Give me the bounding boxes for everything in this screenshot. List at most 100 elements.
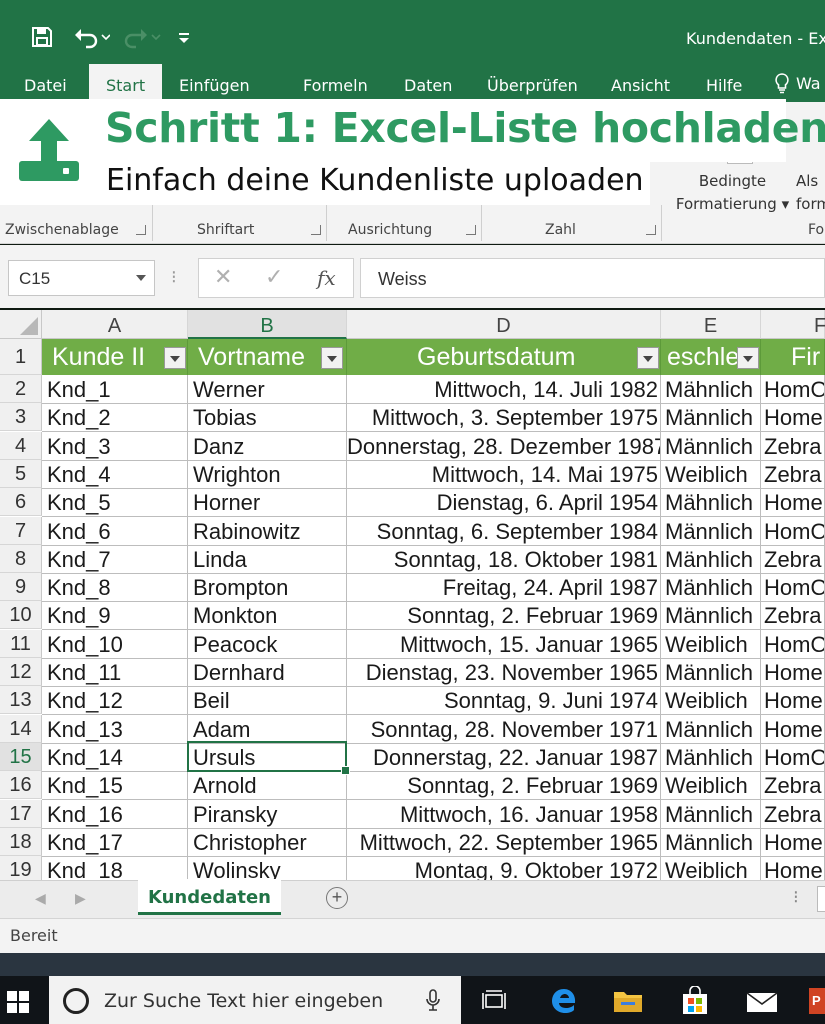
table-cell[interactable]: Mänhlich (661, 743, 761, 772)
format-as-table-button[interactable]: Als form (796, 170, 825, 216)
powerpoint-icon[interactable]: P (809, 985, 825, 1017)
table-cell[interactable]: Männlich (661, 800, 761, 829)
row-header[interactable]: 15 (0, 743, 42, 771)
table-cell[interactable]: Linda (188, 545, 347, 574)
table-cell[interactable]: Home (761, 658, 825, 687)
table-cell[interactable]: HomO (761, 375, 825, 404)
table-cell[interactable]: Knd_8 (42, 573, 188, 602)
tab-daten[interactable]: Daten (404, 76, 452, 95)
row-header[interactable]: 11 (0, 630, 42, 658)
mail-icon[interactable] (746, 985, 778, 1017)
table-cell[interactable]: Sonntag, 6. September 1984 (347, 517, 661, 546)
row-header[interactable]: 3 (0, 403, 42, 431)
table-cell[interactable]: Home (761, 403, 825, 432)
table-cell[interactable]: Mänhlich (661, 573, 761, 602)
table-cell[interactable]: Knd_9 (42, 601, 188, 630)
insert-function-icon[interactable]: fx (317, 266, 336, 290)
scroll-tabs-right-icon[interactable]: ▶ (75, 890, 86, 907)
table-cell[interactable]: Männlich (661, 715, 761, 744)
table-cell[interactable]: Danz (188, 432, 347, 461)
edge-browser-icon[interactable] (548, 985, 580, 1017)
table-cell[interactable]: Weiblich (661, 460, 761, 489)
tab-start[interactable]: Start (89, 64, 163, 102)
filter-dropdown-icon[interactable] (737, 347, 759, 369)
table-cell[interactable]: Peacock (188, 630, 347, 659)
table-cell[interactable]: Männlich (661, 432, 761, 461)
table-cell[interactable]: Tobias (188, 403, 347, 432)
table-cell[interactable]: Knd_3 (42, 432, 188, 461)
table-cell[interactable]: Piransky (188, 800, 347, 829)
table-cell[interactable]: Knd_10 (42, 630, 188, 659)
table-cell[interactable]: Knd_16 (42, 800, 188, 829)
table-cell[interactable]: Home (761, 715, 825, 744)
table-cell[interactable]: Sonntag, 28. November 1971 (347, 715, 661, 744)
tab-hilfe[interactable]: Hilfe (706, 76, 742, 95)
row-header[interactable]: 10 (0, 601, 42, 629)
taskbar-search-input[interactable]: Zur Suche Text hier eingeben (49, 976, 461, 1024)
horizontal-scrollbar[interactable] (817, 886, 825, 912)
column-header-b[interactable]: B (188, 310, 347, 339)
row-header[interactable]: 6 (0, 488, 42, 516)
tab-ueberpruefen[interactable]: Überprüfen (487, 76, 578, 95)
row-header[interactable]: 13 (0, 686, 42, 714)
column-header-f[interactable]: F (761, 310, 825, 339)
table-cell[interactable]: Knd_6 (42, 517, 188, 546)
table-cell[interactable]: Mittwoch, 22. September 1965 (347, 828, 661, 857)
row-header[interactable]: 9 (0, 573, 42, 601)
table-cell[interactable]: Zebra (761, 601, 825, 630)
table-cell[interactable]: HomO (761, 517, 825, 546)
table-cell[interactable]: Sonntag, 18. Oktober 1981 (347, 545, 661, 574)
table-cell[interactable]: Freitag, 24. April 1987 (347, 573, 661, 602)
save-icon[interactable] (30, 22, 54, 52)
table-cell[interactable]: Wrighton (188, 460, 347, 489)
column-header-d[interactable]: D (347, 310, 661, 339)
table-cell[interactable]: Mittwoch, 3. September 1975 (347, 403, 661, 432)
table-cell[interactable]: Knd_4 (42, 460, 188, 489)
task-view-icon[interactable] (478, 985, 510, 1017)
table-cell[interactable]: Mittwoch, 15. Januar 1965 (347, 630, 661, 659)
filter-dropdown-icon[interactable] (321, 347, 343, 369)
row-header[interactable]: 5 (0, 460, 42, 488)
scroll-tabs-left-icon[interactable]: ◀ (35, 890, 46, 907)
active-cell-selection[interactable] (187, 741, 350, 775)
cancel-icon[interactable]: ✕ (214, 264, 232, 290)
table-cell[interactable]: Dienstag, 6. April 1954 (347, 488, 661, 517)
filter-dropdown-icon[interactable] (164, 347, 186, 369)
table-cell[interactable]: Zebra (761, 545, 825, 574)
table-cell[interactable]: Männlich (661, 828, 761, 857)
microphone-icon[interactable] (425, 988, 441, 1017)
table-cell[interactable]: Home (761, 828, 825, 857)
table-cell[interactable]: Mittwoch, 14. Juli 1982 (347, 375, 661, 404)
table-cell[interactable]: Home (761, 488, 825, 517)
add-sheet-icon[interactable]: + (326, 887, 348, 909)
dialog-launcher-icon[interactable] (311, 225, 321, 235)
table-cell[interactable]: Mittwoch, 14. Mai 1975 (347, 460, 661, 489)
table-cell[interactable]: Zebra (761, 800, 825, 829)
row-header[interactable]: 7 (0, 517, 42, 545)
table-cell[interactable]: Arnold (188, 771, 347, 800)
row-header[interactable]: 2 (0, 375, 42, 403)
table-cell[interactable]: Zebra (761, 460, 825, 489)
row-header[interactable]: 1 (0, 339, 42, 375)
row-header[interactable]: 8 (0, 545, 42, 573)
formula-input[interactable]: Weiss (360, 258, 825, 298)
store-icon[interactable] (679, 985, 711, 1017)
customize-toolbar-icon[interactable] (177, 22, 191, 52)
confirm-icon[interactable]: ✓ (265, 264, 283, 290)
row-header[interactable]: 16 (0, 771, 42, 799)
table-cell[interactable]: Knd_2 (42, 403, 188, 432)
table-cell[interactable]: Zebra (761, 432, 825, 461)
table-cell[interactable]: Mittwoch, 16. Januar 1958 (347, 800, 661, 829)
table-cell[interactable]: Dernhard (188, 658, 347, 687)
table-cell[interactable]: Männlich (661, 517, 761, 546)
sheet-tab-kundedaten[interactable]: Kundedaten (138, 879, 281, 915)
table-cell[interactable]: Knd_7 (42, 545, 188, 574)
table-cell[interactable]: Brompton (188, 573, 347, 602)
chevron-down-icon[interactable] (136, 275, 146, 281)
table-cell[interactable]: HomO (761, 743, 825, 772)
table-cell[interactable]: Sonntag, 2. Februar 1969 (347, 601, 661, 630)
table-cell[interactable]: Mähnlich (661, 488, 761, 517)
filter-dropdown-icon[interactable] (637, 347, 659, 369)
table-cell[interactable]: Christopher (188, 828, 347, 857)
table-cell[interactable]: Weiblich (661, 771, 761, 800)
